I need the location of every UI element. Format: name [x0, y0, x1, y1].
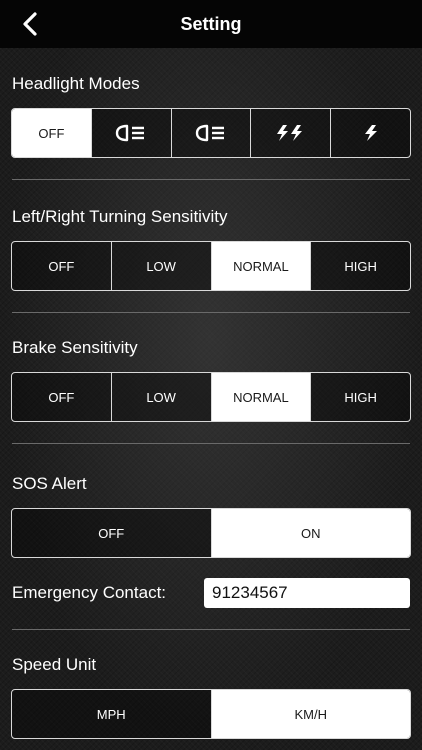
brake-option-normal[interactable]: NORMAL — [211, 373, 312, 421]
turning-option-off[interactable]: OFF — [12, 242, 112, 290]
emergency-contact-input[interactable] — [204, 578, 410, 608]
turning-option-normal-label: NORMAL — [233, 258, 289, 274]
turning-option-off-label: OFF — [48, 258, 75, 274]
turning-option-normal[interactable]: NORMAL — [211, 242, 312, 290]
high-beam-icon — [195, 124, 224, 142]
speed-option-mph[interactable]: MPH — [12, 690, 212, 738]
sos-option-off[interactable]: OFF — [12, 509, 212, 557]
divider — [12, 312, 410, 313]
brake-option-off[interactable]: OFF — [12, 373, 112, 421]
turning-option-high-label: HIGH — [344, 258, 377, 274]
headlight-option-double-flash[interactable] — [251, 109, 332, 157]
headlight-option-high-beam[interactable] — [172, 109, 252, 157]
divider — [12, 629, 410, 630]
sos-option-off-label: OFF — [98, 525, 125, 541]
brake-option-high[interactable]: HIGH — [311, 373, 410, 421]
single-flash-icon — [364, 125, 377, 141]
speed-unit-selector: MPH KM/H — [11, 689, 411, 739]
low-beam-icon — [115, 124, 145, 142]
nav-bar: Setting — [0, 0, 422, 48]
speed-unit-title: Speed Unit — [12, 655, 97, 674]
sos-alert-selector: OFF ON — [11, 508, 411, 558]
emergency-contact-label: Emergency Contact: — [12, 583, 167, 602]
brake-option-off-label: OFF — [48, 389, 75, 405]
speed-option-kmh[interactable]: KM/H — [211, 690, 410, 738]
brake-sensitivity-selector: OFF LOW NORMAL HIGH — [11, 372, 411, 422]
speed-option-kmh-label: KM/H — [294, 706, 328, 722]
headlight-option-off-label: OFF — [38, 125, 65, 141]
speed-option-mph-label: MPH — [96, 706, 126, 722]
double-flash-icon — [276, 125, 302, 141]
brake-sensitivity-title: Brake Sensitivity — [12, 338, 138, 357]
headlight-modes-title: Headlight Modes — [12, 74, 140, 93]
headlight-option-off[interactable]: OFF — [12, 109, 92, 157]
turning-option-low[interactable]: LOW — [112, 242, 212, 290]
sos-option-on-label: ON — [301, 525, 321, 541]
turning-option-low-label: LOW — [146, 258, 176, 274]
sos-option-on[interactable]: ON — [211, 509, 410, 557]
sos-alert-title: SOS Alert — [12, 474, 87, 493]
headlight-mode-selector: OFF — [11, 108, 411, 158]
divider — [12, 443, 410, 444]
turning-option-high[interactable]: HIGH — [311, 242, 410, 290]
headlight-option-single-flash[interactable] — [331, 109, 410, 157]
headlight-option-low-beam[interactable] — [92, 109, 172, 157]
brake-option-normal-label: NORMAL — [233, 389, 289, 405]
brake-option-high-label: HIGH — [344, 389, 377, 405]
divider — [12, 179, 410, 180]
brake-option-low[interactable]: LOW — [112, 373, 212, 421]
turning-sensitivity-title: Left/Right Turning Sensitivity — [12, 207, 228, 226]
brake-option-low-label: LOW — [146, 389, 176, 405]
page-title: Setting — [180, 14, 242, 34]
turning-sensitivity-selector: OFF LOW NORMAL HIGH — [11, 241, 411, 291]
